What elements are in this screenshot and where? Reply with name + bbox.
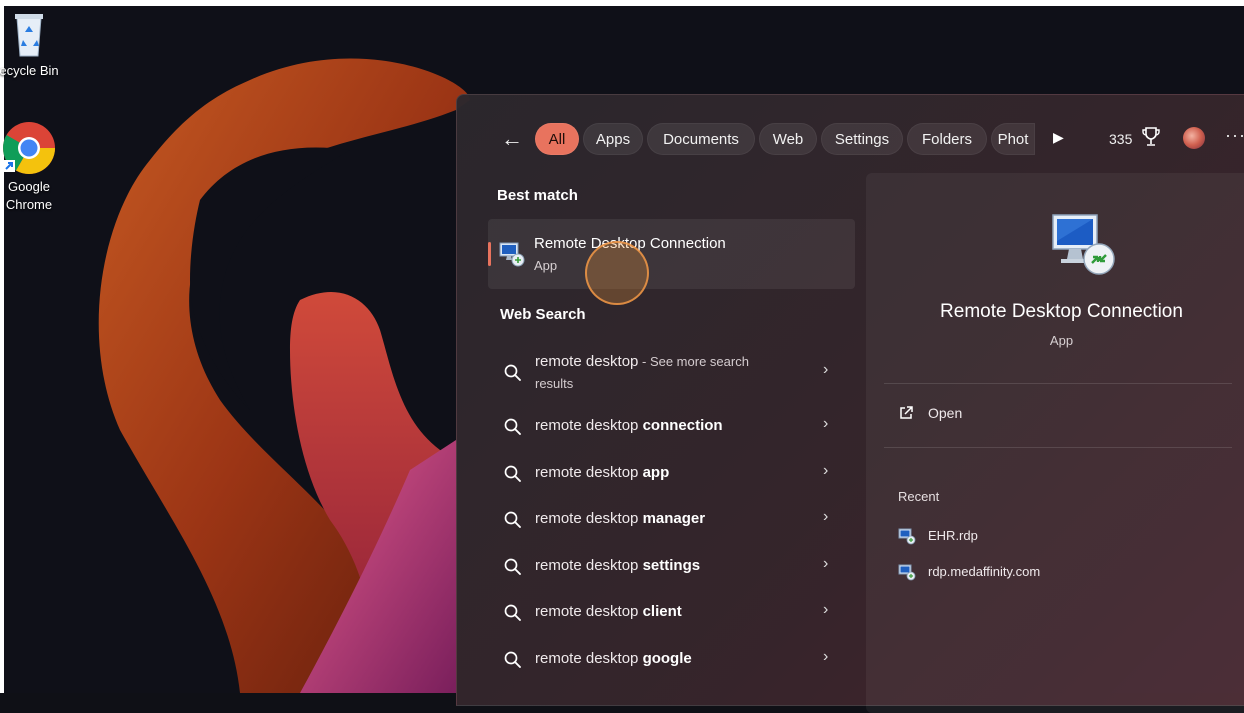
- search-icon: [504, 651, 521, 668]
- web-search-prefix: remote desktop: [535, 510, 643, 527]
- screen-frame-top: [0, 0, 1244, 6]
- details-title: Remote Desktop Connection: [940, 301, 1183, 322]
- chevron-right-icon: ›: [823, 601, 829, 618]
- web-search-item[interactable]: remote desktop settings ›: [497, 545, 837, 589]
- web-search-item[interactable]: remote desktop - See more search results…: [497, 347, 837, 397]
- search-icon: [504, 511, 521, 528]
- rewards-points[interactable]: 335: [1109, 131, 1132, 147]
- filter-all[interactable]: All: [535, 123, 579, 155]
- open-label: Open: [928, 405, 963, 421]
- web-search-bold: google: [642, 650, 692, 667]
- filter-folders[interactable]: Folders: [907, 123, 987, 155]
- recent-heading: Recent: [898, 489, 940, 504]
- back-button[interactable]: ←: [497, 123, 527, 155]
- open-external-icon: [900, 406, 913, 419]
- chevron-right-icon: ›: [823, 555, 829, 572]
- rdp-file-icon: [898, 564, 916, 581]
- filter-web[interactable]: Web: [759, 123, 817, 155]
- web-search-bold: client: [642, 603, 682, 620]
- more-options-button[interactable]: ···: [1225, 125, 1244, 146]
- search-icon: [504, 364, 521, 381]
- remote-desktop-icon: [499, 242, 525, 267]
- web-search-prefix: remote desktop: [535, 464, 643, 481]
- search-icon: [504, 558, 521, 575]
- chrome-label-line1: Google: [8, 179, 50, 194]
- search-icon: [504, 418, 521, 435]
- cursor-highlight: [585, 241, 649, 305]
- web-search-prefix: remote desktop: [535, 417, 643, 434]
- result-details-pane: Remote Desktop Connection App Open Recen…: [866, 173, 1244, 713]
- web-search-item[interactable]: remote desktop app ›: [497, 452, 837, 496]
- chevron-right-icon: ›: [823, 462, 829, 479]
- best-match-result[interactable]: Remote Desktop Connection App: [488, 219, 855, 289]
- screen-frame-left: [0, 0, 4, 693]
- web-search-item[interactable]: remote desktop manager ›: [497, 498, 837, 542]
- web-search-suffix-2: results: [535, 376, 574, 391]
- chevron-right-icon: ›: [823, 415, 829, 432]
- start-search-panel: ← All Apps Documents Web Settings Folder…: [456, 94, 1244, 713]
- recycle-bin-shortcut[interactable]: ecycle Bin: [0, 10, 64, 80]
- best-match-heading: Best match: [497, 187, 578, 204]
- web-search-text: remote desktop: [535, 353, 639, 370]
- filter-apps[interactable]: Apps: [583, 123, 643, 155]
- rdp-file-icon: [898, 528, 916, 545]
- recycle-bin-icon: [15, 14, 43, 57]
- chevron-right-icon: ›: [823, 648, 829, 665]
- remote-desktop-large-icon: [1052, 214, 1115, 275]
- search-filter-bar: ← All Apps Documents Web Settings Folder…: [457, 121, 1244, 157]
- web-search-prefix: remote desktop: [535, 650, 643, 667]
- chevron-right-icon: ›: [823, 361, 829, 378]
- web-search-heading: Web Search: [500, 306, 586, 323]
- filter-settings[interactable]: Settings: [821, 123, 903, 155]
- recent-item-label: EHR.rdp: [928, 528, 978, 543]
- web-search-bold: app: [642, 464, 670, 481]
- rewards-trophy-icon[interactable]: [1141, 125, 1161, 149]
- web-search-bold: connection: [642, 417, 723, 434]
- best-match-subtitle: App: [534, 258, 558, 273]
- chevron-right-icon: ›: [823, 508, 829, 525]
- web-search-prefix: remote desktop: [535, 603, 643, 620]
- web-search-item[interactable]: remote desktop google ›: [497, 638, 837, 682]
- scroll-filters-right-button[interactable]: ▶: [1053, 129, 1064, 146]
- details-divider: [884, 447, 1232, 448]
- web-search-prefix: remote desktop: [535, 557, 643, 574]
- chrome-icon: [3, 122, 55, 174]
- open-action[interactable]: Open: [896, 403, 1096, 427]
- search-icon: [504, 465, 521, 482]
- web-search-bold: settings: [642, 557, 701, 574]
- recent-item[interactable]: rdp.medaffinity.com: [898, 561, 1198, 583]
- filter-documents[interactable]: Documents: [647, 123, 755, 155]
- recycle-bin-label: ecycle Bin: [0, 63, 59, 78]
- details-subtitle: App: [1049, 333, 1074, 348]
- web-search-item[interactable]: remote desktop client ›: [497, 591, 837, 635]
- google-chrome-shortcut[interactable]: Google Chrome: [0, 120, 64, 214]
- web-search-item[interactable]: remote desktop connection ›: [497, 405, 837, 449]
- recent-item[interactable]: EHR.rdp: [898, 525, 1198, 547]
- web-search-suffix: - See more search: [638, 354, 749, 369]
- search-icon: [504, 604, 521, 621]
- selection-accent: [488, 242, 491, 266]
- recent-item-label: rdp.medaffinity.com: [928, 564, 1041, 579]
- web-search-bold: manager: [642, 510, 706, 527]
- account-avatar[interactable]: [1183, 127, 1205, 149]
- chrome-label-line2: Chrome: [5, 197, 53, 212]
- filter-photos[interactable]: Phot: [991, 123, 1035, 155]
- details-divider: [884, 383, 1232, 384]
